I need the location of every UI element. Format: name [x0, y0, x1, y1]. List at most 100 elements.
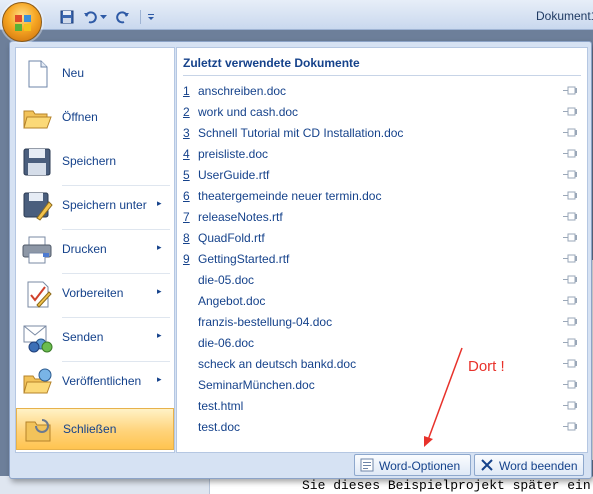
- close-command[interactable]: Schließen: [16, 408, 174, 450]
- recent-document-item[interactable]: scheck an deutsch bankd.doc: [183, 353, 581, 374]
- pin-icon[interactable]: [563, 170, 577, 179]
- recent-document-number: 1: [183, 83, 190, 98]
- office-button[interactable]: [2, 2, 42, 42]
- pin-icon[interactable]: [563, 380, 577, 389]
- recent-document-name: die-06.doc: [198, 335, 255, 350]
- pin-icon[interactable]: [563, 359, 577, 368]
- pin-icon[interactable]: [563, 422, 577, 431]
- printer-icon: [21, 234, 53, 266]
- save-command-label: Speichern: [62, 154, 117, 168]
- undo-dropdown-icon[interactable]: [98, 7, 108, 27]
- pin-icon[interactable]: [563, 254, 577, 263]
- exit-word-label: Word beenden: [499, 459, 578, 473]
- save-as-icon: [21, 190, 53, 222]
- recent-document-name: UserGuide.rtf: [198, 167, 270, 182]
- save-as-command-label: Speichern unter: [62, 198, 147, 212]
- recent-document-name: preisliste.doc: [198, 146, 269, 161]
- pin-icon[interactable]: [563, 296, 577, 305]
- recent-document-name: Angebot.doc: [198, 293, 266, 308]
- recent-documents-header: Zuletzt verwendete Dokumente: [183, 54, 581, 76]
- recent-documents-pane: Zuletzt verwendete Dokumente 1 anschreibe…: [176, 47, 588, 453]
- recent-document-item[interactable]: 9 GettingStarted.rtf: [183, 248, 581, 269]
- publish-icon: [21, 366, 53, 398]
- recent-document-number: 7: [183, 209, 190, 224]
- recent-document-item[interactable]: 6 theatergemeinde neuer termin.doc: [183, 185, 581, 206]
- recent-document-name: releaseNotes.rtf: [198, 209, 283, 224]
- redo-icon[interactable]: [114, 7, 132, 27]
- recent-document-item[interactable]: die-05.doc: [183, 269, 581, 290]
- send-icon: [21, 322, 53, 354]
- open-command[interactable]: Öffnen: [16, 96, 174, 140]
- open-folder-icon: [21, 102, 53, 134]
- new-command[interactable]: Neu: [16, 52, 174, 96]
- recent-document-name: test.doc: [198, 419, 241, 434]
- close-command-label: Schließen: [63, 422, 117, 436]
- recent-document-number: 8: [183, 230, 190, 245]
- recent-document-item[interactable]: 5 UserGuide.rtf: [183, 164, 581, 185]
- recent-document-name: GettingStarted.rtf: [198, 251, 290, 266]
- pin-icon[interactable]: [563, 401, 577, 410]
- pin-icon[interactable]: [563, 86, 577, 95]
- recent-document-item[interactable]: franzis-bestellung-04.doc: [183, 311, 581, 332]
- pin-icon[interactable]: [563, 212, 577, 221]
- send-command[interactable]: Senden ▸: [16, 316, 174, 360]
- recent-document-item[interactable]: SeminarMünchen.doc: [183, 374, 581, 395]
- pin-icon[interactable]: [563, 149, 577, 158]
- recent-document-item[interactable]: 8 QuadFold.rtf: [183, 227, 581, 248]
- save-icon: [21, 146, 53, 178]
- close-icon: [480, 458, 494, 472]
- recent-document-item[interactable]: 4 preisliste.doc: [183, 143, 581, 164]
- recent-document-name: theatergemeinde neuer termin.doc: [198, 188, 382, 203]
- save-as-command[interactable]: Speichern unter ▸: [16, 184, 174, 228]
- pin-icon[interactable]: [563, 275, 577, 284]
- pin-icon[interactable]: [563, 107, 577, 116]
- recent-document-item[interactable]: 7 releaseNotes.rtf: [183, 206, 581, 227]
- publish-command-label: Veröffentlichen: [62, 374, 142, 388]
- recent-document-name: die-05.doc: [198, 272, 255, 287]
- recent-document-item[interactable]: die-06.doc: [183, 332, 581, 353]
- new-command-label: Neu: [62, 66, 85, 80]
- recent-document-number: 4: [183, 146, 190, 161]
- publish-command[interactable]: Veröffentlichen ▸: [16, 360, 174, 404]
- save-command[interactable]: Speichern: [16, 140, 174, 184]
- annotation-label: Dort !: [468, 358, 505, 375]
- recent-document-name: QuadFold.rtf: [198, 230, 265, 245]
- prepare-command-label: Vorbereiten: [62, 286, 124, 300]
- recent-document-item[interactable]: test.doc: [183, 416, 581, 437]
- recent-document-item[interactable]: 2 work und cash.doc: [183, 101, 581, 122]
- window-title: Dokument1: [536, 9, 593, 23]
- recent-document-number: 5: [183, 167, 190, 182]
- recent-document-number: 2: [183, 104, 190, 119]
- word-options-label: Word-Optionen: [379, 459, 461, 473]
- submenu-arrow-icon: ▸: [157, 286, 162, 296]
- recent-document-number: 3: [183, 125, 190, 140]
- close-folder-icon: [22, 414, 54, 446]
- submenu-arrow-icon: ▸: [157, 330, 162, 340]
- pin-icon[interactable]: [563, 128, 577, 137]
- toolbar-separator: [138, 7, 142, 27]
- exit-word-button[interactable]: Word beenden: [474, 454, 584, 476]
- command-list: Neu Öffnen Speichern Speichern unter ▸ D…: [15, 47, 175, 453]
- options-icon: [360, 458, 374, 472]
- undo-icon[interactable]: [82, 7, 98, 27]
- print-command[interactable]: Drucken ▸: [16, 228, 174, 272]
- recent-document-item[interactable]: test.html: [183, 395, 581, 416]
- pin-icon[interactable]: [563, 233, 577, 242]
- open-command-label: Öffnen: [62, 110, 98, 124]
- save-icon[interactable]: [58, 7, 76, 27]
- print-command-label: Drucken: [62, 242, 107, 256]
- customize-toolbar-icon[interactable]: [146, 7, 156, 27]
- submenu-arrow-icon: ▸: [157, 374, 162, 384]
- pin-icon[interactable]: [563, 317, 577, 326]
- submenu-arrow-icon: ▸: [157, 198, 162, 208]
- recent-document-name: franzis-bestellung-04.doc: [198, 314, 333, 329]
- recent-document-item[interactable]: 3 Schnell Tutorial mit CD Installation.do…: [183, 122, 581, 143]
- recent-document-name: work und cash.doc: [198, 104, 299, 119]
- pin-icon[interactable]: [563, 191, 577, 200]
- recent-document-item[interactable]: Angebot.doc: [183, 290, 581, 311]
- pin-icon[interactable]: [563, 338, 577, 347]
- word-options-button[interactable]: Word-Optionen: [354, 454, 471, 476]
- prepare-command[interactable]: Vorbereiten ▸: [16, 272, 174, 316]
- document-text: Sie dieses Beispielprojekt später ein: [302, 478, 591, 493]
- recent-document-item[interactable]: 1 anschreiben.doc: [183, 80, 581, 101]
